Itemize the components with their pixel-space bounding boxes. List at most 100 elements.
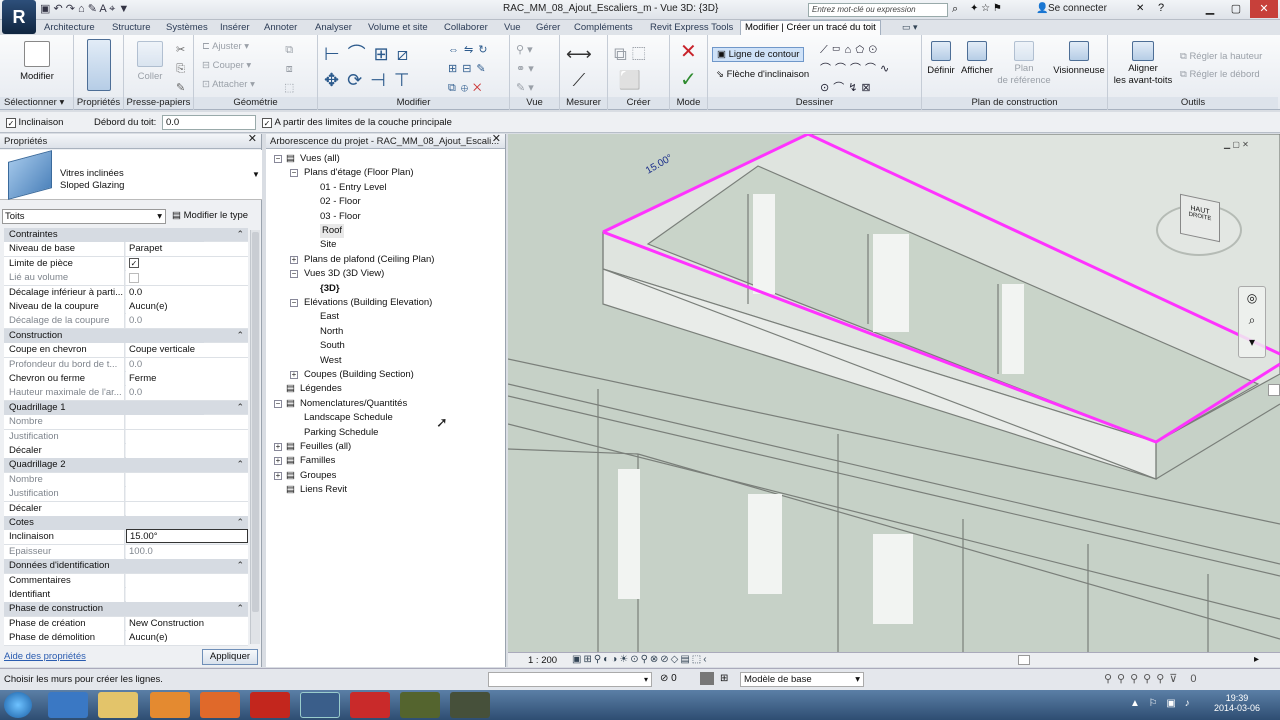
tree-expander-icon[interactable]: − — [290, 299, 298, 307]
geometry-extra-icons[interactable]: ⧉ ⧈ ⬚ — [284, 41, 294, 98]
workset-select[interactable]: ▾ — [488, 672, 652, 687]
collapse-icon[interactable]: ⌃ — [236, 559, 244, 572]
browser-tree-item[interactable]: Liens Revit — [300, 483, 347, 497]
modify-small-icons[interactable]: ⇔⇋↻ ⊞⊟✎ ⧉⊕✕ — [448, 41, 492, 98]
type-dropdown-icon[interactable]: ▼ — [252, 170, 260, 179]
tree-expander-icon[interactable]: − — [274, 399, 282, 408]
property-row[interactable]: Nombre — [4, 415, 248, 430]
browser-tree-item[interactable]: Plans de plafond (Ceiling Plan) — [304, 253, 434, 267]
ribbon-minimize-icon[interactable]: ▭ ▾ — [902, 22, 918, 33]
property-section[interactable]: Cotes ⌃ — [4, 516, 248, 531]
tree-expander-icon[interactable]: − — [290, 169, 298, 178]
search-icon[interactable]: ⌕ — [952, 3, 958, 16]
application-menu-button[interactable]: R — [2, 0, 36, 34]
tab-modifier-toit[interactable]: Modifier | Créer un tracé du toit — [740, 20, 881, 35]
cancel-edit-mode-button[interactable]: ✕ — [680, 39, 697, 64]
tab-structure[interactable]: Structure — [112, 22, 151, 33]
explorer-icon[interactable] — [98, 692, 138, 718]
outlook-icon[interactable] — [150, 692, 190, 718]
tree-expander-icon[interactable]: − — [274, 155, 282, 163]
property-row[interactable]: Nombre — [4, 472, 248, 488]
reference-plane-button[interactable]: Plan de référence — [996, 41, 1052, 87]
property-value[interactable] — [126, 501, 248, 516]
property-row[interactable]: Limite de pièce ✓ — [4, 256, 248, 272]
edit-type-button[interactable]: ▤ Modifier le type — [172, 210, 248, 221]
property-value[interactable] — [126, 573, 248, 588]
status-worksharing-icon[interactable]: ⊘ 0 — [660, 673, 677, 684]
exchange-icon[interactable]: ✕ — [1136, 3, 1144, 14]
tree-expander-icon[interactable]: + — [290, 371, 298, 379]
tab-annoter[interactable]: Annoter — [264, 22, 297, 33]
slope-angle-label[interactable]: 15.00° — [644, 153, 675, 177]
app-icon-1[interactable] — [400, 692, 440, 718]
property-row[interactable]: Epaisseur 100.0 — [4, 544, 248, 560]
tab-analyser[interactable]: Analyser — [315, 22, 352, 33]
navigation-bar[interactable]: ◎ ⌕ ▾ — [1238, 286, 1266, 358]
property-row[interactable]: Décalage inférieur à parti... 0.0 — [4, 285, 248, 300]
property-row[interactable]: Phase de création New Construction — [4, 616, 248, 632]
align-eaves-button[interactable]: Aligner les avant-toits — [1110, 41, 1176, 87]
property-row[interactable]: Profondeur du bord de t... 0.0 — [4, 357, 248, 372]
tab-revit-express-tools[interactable]: Revit Express Tools — [650, 22, 733, 33]
selection-filter-icons[interactable]: ⚲⚲⚲⚲⚲⊽ 0 — [1104, 672, 1202, 685]
minimize-button[interactable]: ▁ — [1196, 0, 1224, 18]
firefox-icon[interactable] — [200, 692, 240, 718]
autocad-icon[interactable] — [250, 692, 290, 718]
3d-view-canvas[interactable]: 15.00° HAUT DROITE ▁ ▢ ✕ ◎ ⌕ ▾ 1 : 200 ▣⊞⚲… — [508, 134, 1280, 667]
tab-inserer[interactable]: Insérer — [220, 22, 250, 33]
property-row[interactable]: Coupe en chevron Coupe verticale — [4, 343, 248, 358]
tab-volume-et-site[interactable]: Volume et site — [368, 22, 428, 33]
browser-tree-item[interactable]: South — [320, 339, 345, 353]
property-section[interactable]: Quadrillage 1 ⌃ — [4, 400, 248, 416]
property-value[interactable]: Parapet — [126, 242, 248, 257]
core-layer-checkbox[interactable]: ✓ A partir des limites de la couche prin… — [262, 117, 452, 128]
nav-dropdown-icon[interactable]: ▾ — [1249, 335, 1255, 349]
maximize-button[interactable]: ▢ — [1222, 0, 1250, 18]
browser-tree-item[interactable]: Parking Schedule — [304, 426, 378, 440]
collapse-icon[interactable]: ⌃ — [236, 458, 244, 471]
adjust-height-button[interactable]: ⧉ Régler la hauteur — [1180, 51, 1262, 62]
property-value[interactable]: Aucun(e) — [126, 300, 248, 314]
browser-tree-item[interactable]: 02 - Floor — [320, 195, 361, 209]
steering-wheel-icon[interactable]: ◎ — [1247, 291, 1257, 305]
collapse-icon[interactable]: ⌃ — [236, 329, 244, 342]
instance-filter-select[interactable]: Toits ▾ — [2, 209, 166, 224]
view-scale[interactable]: 1 : 200 — [528, 655, 557, 666]
property-row[interactable]: Phase de démolition Aucun(e) — [4, 631, 248, 646]
browser-tree-item[interactable]: North — [320, 325, 343, 339]
property-section[interactable]: Contraintes ⌃ — [4, 228, 248, 243]
design-option-icon[interactable]: ⊞ — [720, 673, 728, 684]
select-group-label[interactable]: Sélectionner ▾ — [0, 97, 73, 109]
clock[interactable]: 19:39 2014-03-06 — [1212, 693, 1262, 713]
property-row[interactable]: Niveau de base Parapet — [4, 242, 248, 257]
tab-complements[interactable]: Compléments — [574, 22, 633, 33]
search-input[interactable]: Entrez mot-clé ou expression — [808, 3, 948, 17]
inclinaison-checkbox[interactable]: ✓ Inclinaison — [6, 117, 63, 128]
tree-expander-icon[interactable]: − — [290, 270, 298, 279]
collapse-icon[interactable]: ⌃ — [236, 228, 244, 241]
tree-expander-icon[interactable]: + — [274, 443, 282, 451]
view-control-icons[interactable]: ▣⊞⚲◐◑☀⊙⚲⊗⊘◇▤⬚‹ — [572, 654, 709, 665]
tab-collaborer[interactable]: Collaborer — [444, 22, 488, 33]
draw-shape-icons[interactable]: ⟋▭⌂⬠⊙ ⌒⌒⌒⌒∿ ⊙⌒↯⊠ — [820, 41, 893, 98]
property-row[interactable]: Lié au volume — [4, 271, 248, 286]
property-row[interactable]: Décaler — [4, 444, 248, 459]
property-row[interactable]: Identifiant — [4, 588, 248, 603]
properties-help-link[interactable]: Aide des propriétés — [4, 651, 86, 662]
property-value[interactable]: 15.00° — [126, 529, 248, 544]
property-value[interactable]: 0.0 — [126, 285, 248, 300]
checkbox[interactable]: ✓ — [129, 258, 139, 269]
property-row[interactable]: Hauteur maximale de l'ar... 0.0 — [4, 386, 248, 401]
finish-edit-mode-button[interactable]: ✓ — [680, 67, 697, 92]
sign-in-link[interactable]: Se connecter — [1048, 3, 1107, 14]
close-browser-icon[interactable]: ✕ — [492, 134, 501, 145]
slope-arrow-button[interactable]: ⇘ Flèche d'inclinaison — [712, 68, 813, 81]
property-row[interactable]: Commentaires — [4, 573, 248, 588]
browser-tree-item[interactable]: {3D} — [320, 282, 340, 296]
modify-tools-icons[interactable]: ⊢⌒⊞⧄ ✥⟳⊣⊤ — [324, 41, 418, 93]
adjust-overhang-button[interactable]: ⧉ Régler le débord — [1180, 69, 1260, 80]
property-section[interactable]: Quadrillage 2 ⌃ — [4, 458, 248, 473]
property-row[interactable]: Justification — [4, 429, 248, 444]
browser-tree-item[interactable]: West — [320, 354, 341, 368]
tab-architecture[interactable]: Architecture — [44, 22, 95, 33]
